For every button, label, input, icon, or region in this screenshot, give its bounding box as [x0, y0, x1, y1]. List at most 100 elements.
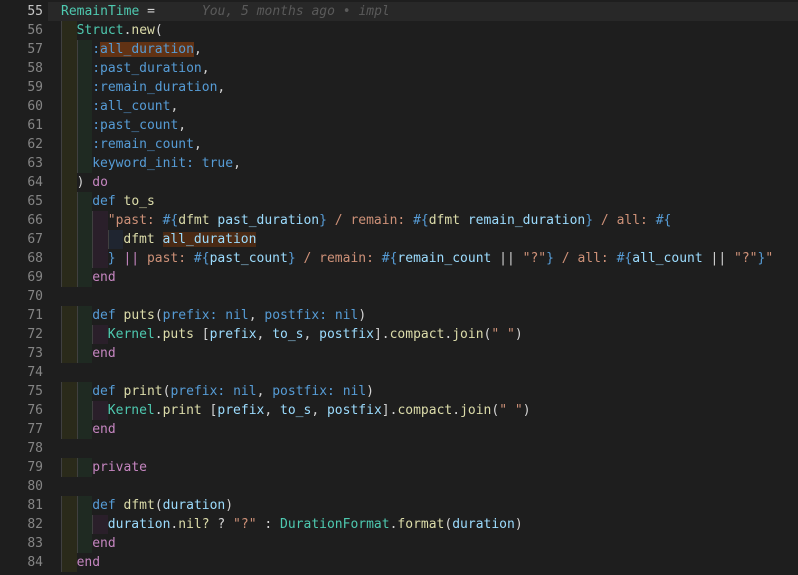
line-number: 76: [27, 403, 43, 418]
code-line[interactable]: 57:all_duration,: [0, 40, 798, 59]
code-area[interactable]: Struct.new(: [48, 21, 798, 40]
code-line[interactable]: 76 Kernel.print [prefix, to_s, postfix].c…: [0, 401, 798, 420]
code-text[interactable]: :past_duration,: [92, 59, 209, 78]
code-text[interactable]: def print(prefix: nil, postfix: nil): [92, 382, 374, 401]
code-line[interactable]: 66 "past: #{dfmt past_duration} / remain:…: [0, 211, 798, 230]
code-line[interactable]: 73 end: [0, 344, 798, 363]
code-line[interactable]: 65 def to_s: [0, 192, 798, 211]
indent-shading: [61, 249, 77, 268]
code-area[interactable]: "past: #{dfmt past_duration} / remain: #…: [48, 211, 798, 230]
code-area[interactable]: end: [48, 344, 798, 363]
code-area[interactable]: :all_count,: [48, 97, 798, 116]
code-area[interactable]: :past_duration,: [48, 59, 798, 78]
code-text[interactable]: } || past: #{past_count} / remain: #{rem…: [108, 249, 773, 268]
code-area[interactable]: [48, 439, 798, 458]
code-text[interactable]: duration.nil? ? "?" : DurationFormat.for…: [108, 515, 523, 534]
code-area[interactable]: end: [48, 420, 798, 439]
code-text[interactable]: end: [92, 344, 115, 363]
code-line[interactable]: 69 end: [0, 268, 798, 287]
code-area[interactable]: end: [48, 534, 798, 553]
code-line[interactable]: 55 RemainTime = You, 5 months ago • impl: [0, 2, 798, 21]
code-area[interactable]: } || past: #{past_count} / remain: #{rem…: [48, 249, 798, 268]
code-text[interactable]: RemainTime = You, 5 months ago • impl: [61, 2, 390, 21]
code-text[interactable]: "past: #{dfmt past_duration} / remain: #…: [108, 211, 672, 230]
indent-shading: [61, 40, 77, 59]
code-text[interactable]: def dfmt(duration): [92, 496, 233, 515]
code-line[interactable]: 63 keyword_init: true,: [0, 154, 798, 173]
code-area[interactable]: def to_s: [48, 192, 798, 211]
code-text[interactable]: end: [92, 268, 115, 287]
code-token: / remain:: [326, 213, 414, 228]
code-line[interactable]: 71 def puts(prefix: nil, postfix: nil): [0, 306, 798, 325]
code-line[interactable]: 80: [0, 477, 798, 496]
code-line[interactable]: 81 def dfmt(duration): [0, 496, 798, 515]
code-area[interactable]: dfmt all_duration: [48, 230, 798, 249]
code-line[interactable]: 58:past_duration,: [0, 59, 798, 78]
code-token: "?": [522, 251, 547, 266]
code-area[interactable]: [48, 477, 798, 496]
code-text[interactable]: :all_duration,: [92, 40, 202, 59]
code-line[interactable]: 68} || past: #{past_count} / remain: #{r…: [0, 249, 798, 268]
code-text[interactable]: keyword_init: true,: [92, 154, 241, 173]
code-area[interactable]: RemainTime = You, 5 months ago • impl: [48, 2, 798, 21]
code-token: " ": [491, 327, 515, 342]
code-text[interactable]: :past_count,: [92, 116, 186, 135]
code-editor[interactable]: 55 RemainTime = You, 5 months ago • impl 5…: [0, 0, 798, 575]
code-text[interactable]: dfmt all_duration: [123, 230, 257, 249]
indent-guide: [76, 97, 78, 116]
code-line[interactable]: 59:remain_duration,: [0, 78, 798, 97]
code-line[interactable]: 77 end: [0, 420, 798, 439]
code-area[interactable]: [48, 287, 798, 306]
code-text[interactable]: end: [77, 553, 100, 572]
code-area[interactable]: ) do: [48, 173, 798, 192]
code-line[interactable]: 84 end: [0, 553, 798, 572]
code-area[interactable]: Kernel.puts [prefix, to_s, postfix].comp…: [48, 325, 798, 344]
code-area[interactable]: :past_count,: [48, 116, 798, 135]
code-area[interactable]: :all_duration,: [48, 40, 798, 59]
code-area[interactable]: private: [48, 458, 798, 477]
code-text[interactable]: :all_count,: [92, 97, 178, 116]
code-text[interactable]: :remain_duration,: [92, 78, 225, 97]
indent-guide: [92, 515, 94, 534]
code-line[interactable]: 67 dfmt all_duration: [0, 230, 798, 249]
line-number: 79: [27, 460, 43, 475]
indent-guide: [76, 268, 78, 287]
code-area[interactable]: end: [48, 553, 798, 572]
code-text[interactable]: def puts(prefix: nil, postfix: nil): [92, 306, 366, 325]
code-area[interactable]: def dfmt(duration): [48, 496, 798, 515]
code-text[interactable]: end: [92, 534, 115, 553]
code-area[interactable]: keyword_init: true,: [48, 154, 798, 173]
code-area[interactable]: Kernel.print [prefix, to_s, postfix].com…: [48, 401, 798, 420]
code-area[interactable]: def print(prefix: nil, postfix: nil): [48, 382, 798, 401]
indent-guide: [61, 173, 62, 192]
code-line[interactable]: 56 Struct.new(: [0, 21, 798, 40]
code-line[interactable]: 74: [0, 363, 798, 382]
code-area[interactable]: [48, 363, 798, 382]
code-token: to_s: [123, 194, 155, 209]
code-area[interactable]: :remain_count,: [48, 135, 798, 154]
code-line[interactable]: 61:past_count,: [0, 116, 798, 135]
code-line[interactable]: 70: [0, 287, 798, 306]
code-text[interactable]: Kernel.puts [prefix, to_s, postfix].comp…: [108, 325, 523, 344]
code-line[interactable]: 62:remain_count,: [0, 135, 798, 154]
code-line[interactable]: 60:all_count,: [0, 97, 798, 116]
code-text[interactable]: Kernel.print [prefix, to_s, postfix].com…: [108, 401, 531, 420]
code-line[interactable]: 82 duration.nil? ? "?" : DurationFormat.f…: [0, 515, 798, 534]
code-area[interactable]: :remain_duration,: [48, 78, 798, 97]
code-text[interactable]: :remain_count,: [92, 135, 202, 154]
code-line[interactable]: 64) do: [0, 173, 798, 192]
code-text[interactable]: Struct.new(: [77, 21, 163, 40]
code-area[interactable]: def puts(prefix: nil, postfix: nil): [48, 306, 798, 325]
code-text[interactable]: private: [92, 458, 147, 477]
code-line[interactable]: 72 Kernel.puts [prefix, to_s, postfix].co…: [0, 325, 798, 344]
code-line[interactable]: 75 def print(prefix: nil, postfix: nil): [0, 382, 798, 401]
code-text[interactable]: ) do: [77, 173, 108, 192]
code-line[interactable]: 79 private: [0, 458, 798, 477]
code-line[interactable]: 83 end: [0, 534, 798, 553]
code-area[interactable]: end: [48, 268, 798, 287]
code-text[interactable]: def to_s: [92, 192, 155, 211]
code-text[interactable]: end: [92, 420, 115, 439]
code-area[interactable]: duration.nil? ? "?" : DurationFormat.for…: [48, 515, 798, 534]
code-line[interactable]: 78: [0, 439, 798, 458]
